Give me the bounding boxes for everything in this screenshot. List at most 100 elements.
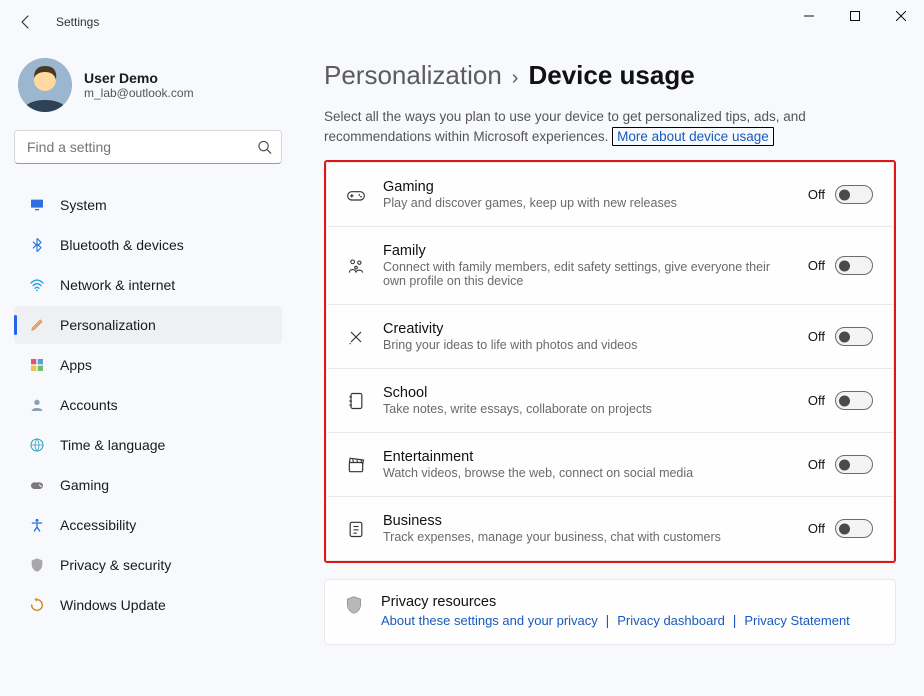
toggle-state-label: Off	[808, 329, 825, 344]
sidebar-item-label: Privacy & security	[60, 557, 171, 573]
bluetooth-icon	[28, 236, 46, 254]
sidebar: User Demo m_lab@outlook.com System Blueto…	[0, 44, 296, 696]
close-button[interactable]	[878, 0, 924, 32]
profile-block[interactable]: User Demo m_lab@outlook.com	[14, 52, 282, 130]
wifi-icon	[28, 276, 46, 294]
sidebar-item-label: Accessibility	[60, 517, 136, 533]
usage-card-family: FamilyConnect with family members, edit …	[326, 227, 894, 305]
briefcase-icon	[345, 518, 367, 540]
usage-title: School	[383, 385, 792, 401]
person-icon	[28, 396, 46, 414]
creativity-icon	[345, 326, 367, 348]
user-name: User Demo	[84, 70, 194, 86]
search-input[interactable]	[14, 130, 282, 164]
search-icon	[257, 140, 272, 155]
usage-desc: Take notes, write essays, collaborate on…	[383, 402, 792, 416]
usage-card-gaming: GamingPlay and discover games, keep up w…	[326, 162, 894, 227]
privacy-link[interactable]: Privacy dashboard	[617, 613, 725, 628]
device-usage-list: GamingPlay and discover games, keep up w…	[324, 160, 896, 563]
usage-title: Creativity	[383, 321, 792, 337]
sidebar-item-label: Network & internet	[60, 277, 175, 293]
sidebar-item-label: Time & language	[60, 437, 165, 453]
usage-card-business: BusinessTrack expenses, manage your busi…	[326, 497, 894, 561]
privacy-link[interactable]: Privacy Statement	[744, 613, 850, 628]
usage-desc: Watch videos, browse the web, connect on…	[383, 466, 792, 480]
toggle-creativity[interactable]	[835, 327, 873, 346]
sidebar-item-system[interactable]: System	[14, 186, 282, 224]
toggle-business[interactable]	[835, 519, 873, 538]
update-icon	[28, 596, 46, 614]
window-controls	[786, 0, 924, 32]
window-title: Settings	[56, 15, 99, 29]
usage-desc: Bring your ideas to life with photos and…	[383, 338, 792, 352]
notebook-icon	[345, 390, 367, 412]
toggle-state-label: Off	[808, 521, 825, 536]
usage-title: Entertainment	[383, 449, 792, 465]
minimize-button[interactable]	[786, 0, 832, 32]
sidebar-item-personalization[interactable]: Personalization	[14, 306, 282, 344]
shield-icon	[28, 556, 46, 574]
privacy-link[interactable]: About these settings and your privacy	[381, 613, 598, 628]
usage-title: Gaming	[383, 179, 792, 195]
toggle-school[interactable]	[835, 391, 873, 410]
sidebar-item-apps[interactable]: Apps	[14, 346, 282, 384]
sidebar-item-update[interactable]: Windows Update	[14, 586, 282, 624]
privacy-title: Privacy resources	[381, 594, 850, 610]
gamepad-icon	[345, 184, 367, 206]
usage-desc: Play and discover games, keep up with ne…	[383, 196, 792, 210]
apps-icon	[28, 356, 46, 374]
privacy-links: About these settings and your privacy | …	[381, 612, 850, 628]
toggle-state-label: Off	[808, 393, 825, 408]
accessibility-icon	[28, 516, 46, 534]
toggle-state-label: Off	[808, 457, 825, 472]
clapper-icon	[345, 454, 367, 476]
toggle-state-label: Off	[808, 258, 825, 273]
breadcrumb-parent[interactable]: Personalization	[324, 60, 502, 91]
sidebar-item-label: Windows Update	[60, 597, 166, 613]
sidebar-item-network[interactable]: Network & internet	[14, 266, 282, 304]
toggle-state-label: Off	[808, 187, 825, 202]
family-icon	[345, 255, 367, 277]
avatar	[18, 58, 72, 112]
toggle-family[interactable]	[835, 256, 873, 275]
sidebar-item-gaming[interactable]: Gaming	[14, 466, 282, 504]
titlebar: Settings	[0, 0, 924, 44]
sidebar-item-label: Accounts	[60, 397, 118, 413]
sidebar-item-privacy[interactable]: Privacy & security	[14, 546, 282, 584]
monitor-icon	[28, 196, 46, 214]
sidebar-item-accessibility[interactable]: Accessibility	[14, 506, 282, 544]
sidebar-item-time[interactable]: Time & language	[14, 426, 282, 464]
usage-title: Business	[383, 513, 792, 529]
breadcrumb: Personalization › Device usage	[324, 60, 896, 91]
breadcrumb-separator: ›	[512, 67, 519, 90]
sidebar-item-label: Gaming	[60, 477, 109, 493]
globe-clock-icon	[28, 436, 46, 454]
toggle-entertainment[interactable]	[835, 455, 873, 474]
main-content: Personalization › Device usage Select al…	[296, 44, 924, 696]
usage-desc: Track expenses, manage your business, ch…	[383, 530, 792, 544]
usage-card-entertainment: EntertainmentWatch videos, browse the we…	[326, 433, 894, 497]
toggle-gaming[interactable]	[835, 185, 873, 204]
maximize-button[interactable]	[832, 0, 878, 32]
pencil-icon	[28, 316, 46, 334]
sidebar-item-label: Personalization	[60, 317, 156, 333]
more-about-link[interactable]: More about device usage	[612, 127, 774, 146]
sidebar-item-label: Apps	[60, 357, 92, 373]
search-box	[14, 130, 282, 164]
sidebar-item-bluetooth[interactable]: Bluetooth & devices	[14, 226, 282, 264]
privacy-resources-card: Privacy resources About these settings a…	[324, 579, 896, 645]
user-email: m_lab@outlook.com	[84, 86, 194, 100]
usage-card-creativity: CreativityBring your ideas to life with …	[326, 305, 894, 369]
usage-card-school: SchoolTake notes, write essays, collabor…	[326, 369, 894, 433]
gaming-icon	[28, 476, 46, 494]
intro-text: Select all the ways you plan to use your…	[324, 107, 896, 146]
usage-desc: Connect with family members, edit safety…	[383, 260, 792, 288]
breadcrumb-current: Device usage	[528, 60, 694, 91]
sidebar-item-label: Bluetooth & devices	[60, 237, 184, 253]
sidebar-item-label: System	[60, 197, 107, 213]
sidebar-nav: System Bluetooth & devices Network & inter…	[14, 186, 282, 624]
usage-title: Family	[383, 243, 792, 259]
sidebar-item-accounts[interactable]: Accounts	[14, 386, 282, 424]
back-button[interactable]	[14, 10, 38, 34]
shield-icon	[343, 594, 365, 616]
